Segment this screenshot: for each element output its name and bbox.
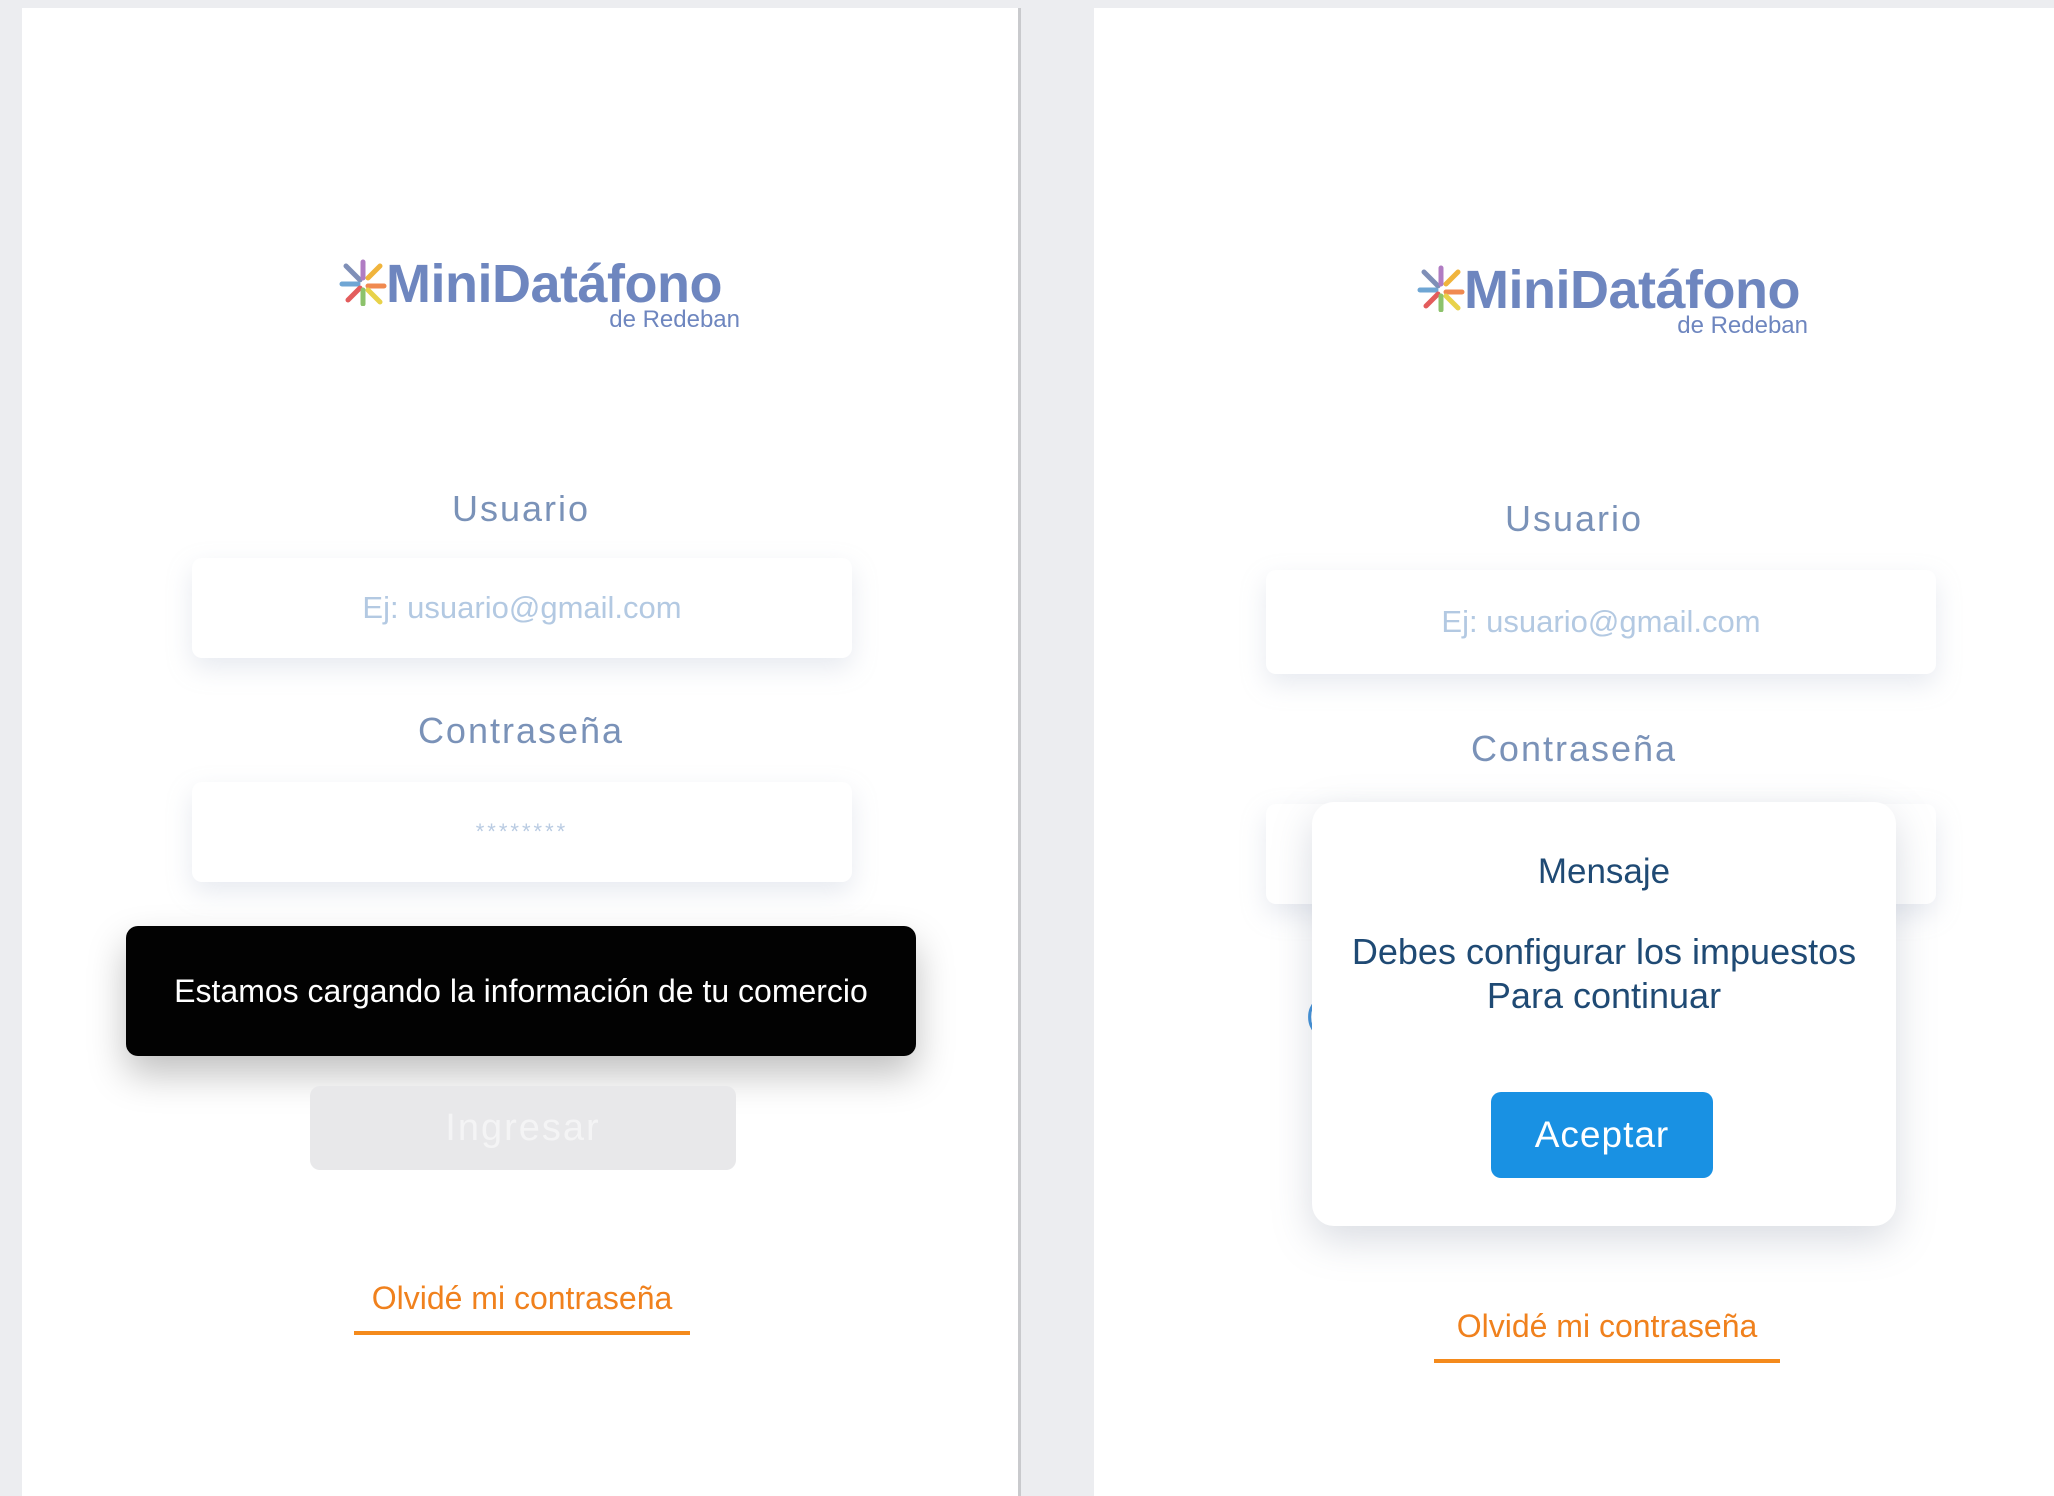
login-button[interactable]: Ingresar bbox=[310, 1086, 736, 1170]
username-input[interactable] bbox=[1266, 603, 1936, 641]
password-label: Contraseña bbox=[1470, 728, 1678, 769]
login-screen-dialog: MiniDatáfono de Redeban Usuario Contrase… bbox=[1094, 8, 2054, 1496]
dialog-message: Debes configurar los impuestos Para cont… bbox=[1312, 930, 1896, 1018]
username-label: Usuario bbox=[1504, 498, 1644, 539]
password-label: Contraseña bbox=[417, 710, 625, 751]
dialog-title: Mensaje bbox=[1537, 852, 1671, 891]
username-input[interactable] bbox=[192, 589, 852, 627]
username-field[interactable] bbox=[192, 558, 852, 658]
app-logo: MiniDatáfono de Redeban bbox=[1416, 260, 1808, 346]
brand-name: MiniDatáfono bbox=[386, 254, 722, 314]
forgot-password-label: Olvidé mi contraseña bbox=[1456, 1308, 1758, 1344]
accept-button[interactable]: Aceptar bbox=[1491, 1092, 1713, 1178]
dialog-message-line1: Debes configurar los impuestos bbox=[1351, 931, 1857, 972]
login-button-label: Ingresar bbox=[445, 1106, 601, 1149]
brand-subtitle: de Redeban bbox=[609, 306, 740, 333]
app-logo: MiniDatáfono de Redeban bbox=[338, 254, 740, 340]
screen-divider bbox=[1018, 8, 1021, 1496]
forgot-password-link[interactable]: Olvidé mi contraseña bbox=[354, 1280, 690, 1335]
redeban-logo-icon bbox=[1417, 265, 1465, 312]
redeban-logo-icon bbox=[339, 259, 387, 306]
dialog-message-line2: Para continuar bbox=[1486, 975, 1722, 1016]
message-dialog: Mensaje Debes configurar los impuestos P… bbox=[1312, 802, 1896, 1226]
password-field[interactable]: ******** bbox=[192, 782, 852, 882]
forgot-password-link[interactable]: Olvidé mi contraseña bbox=[1434, 1308, 1780, 1363]
password-masked-value: ******** bbox=[475, 819, 569, 844]
brand-name: MiniDatáfono bbox=[1464, 260, 1800, 320]
loading-toast: Estamos cargando la información de tu co… bbox=[126, 926, 916, 1056]
username-label: Usuario bbox=[451, 488, 591, 529]
accept-button-label: Aceptar bbox=[1534, 1114, 1670, 1155]
brand-subtitle: de Redeban bbox=[1677, 312, 1808, 339]
forgot-password-label: Olvidé mi contraseña bbox=[371, 1280, 673, 1316]
toast-message: Estamos cargando la información de tu co… bbox=[174, 972, 868, 1009]
username-field[interactable] bbox=[1266, 570, 1936, 674]
login-screen-loading: MiniDatáfono de Redeban Usuario Contrase… bbox=[22, 8, 1020, 1496]
